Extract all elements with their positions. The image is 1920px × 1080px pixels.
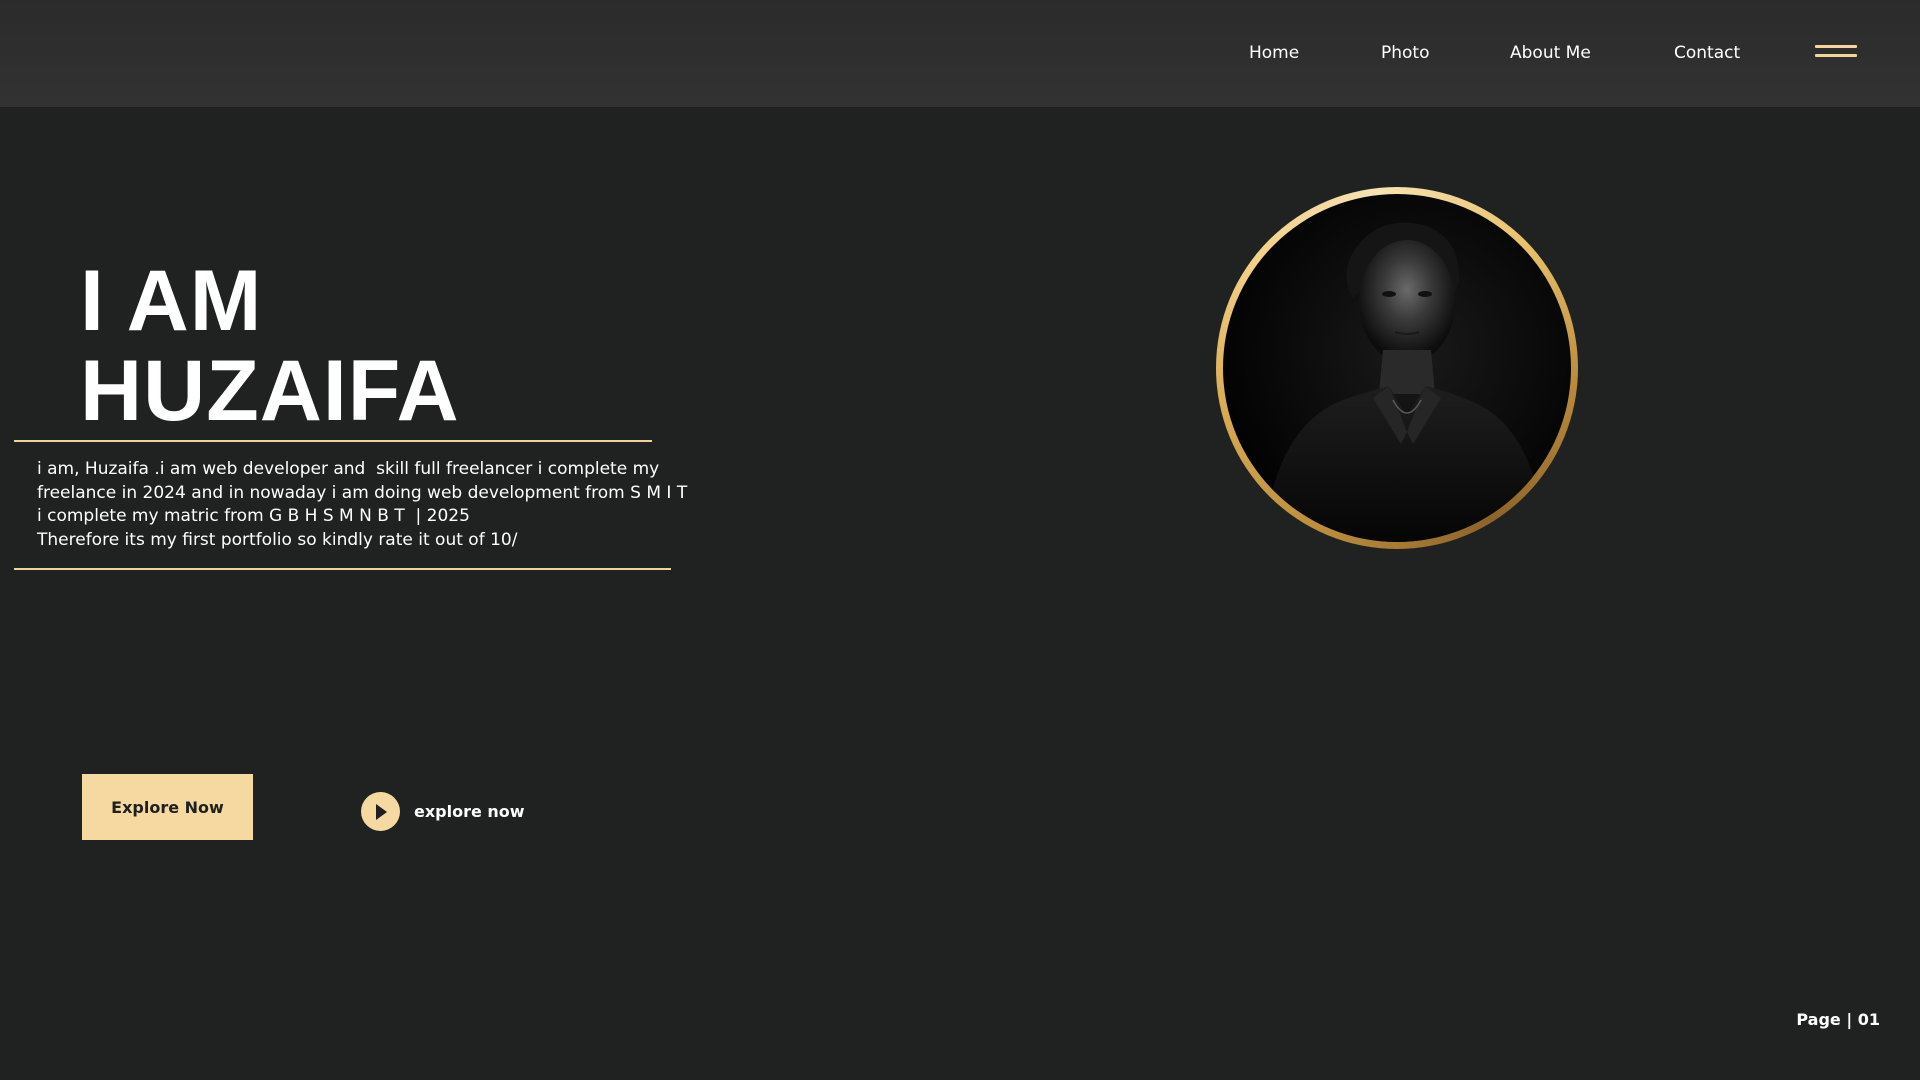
portfolio-page: Home Photo About Me Contact I AM HUZAIFA… [0, 0, 1920, 1080]
nav-contact-link[interactable]: Contact [1674, 43, 1740, 63]
explore-now-link-label[interactable]: explore now [414, 802, 525, 821]
page-number: Page | 01 [1796, 1010, 1880, 1029]
hero-title-line-1: I AM [80, 253, 263, 349]
profile-photo-frame [1216, 187, 1578, 549]
explore-now-play-link[interactable]: explore now [361, 792, 525, 831]
nav-home-link[interactable]: Home [1249, 43, 1299, 63]
divider-bottom [14, 568, 671, 570]
nav-photo-link[interactable]: Photo [1381, 43, 1430, 63]
top-navbar: Home Photo About Me Contact [0, 0, 1920, 107]
portrait-silhouette [1263, 222, 1547, 542]
hamburger-line-bottom [1815, 54, 1857, 57]
bio-line: freelance in 2024 and in nowaday i am do… [37, 482, 688, 503]
bio-line: Therefore its my first portfolio so kind… [37, 529, 518, 550]
bio-line: i am, Huzaifa .i am web developer and sk… [37, 459, 660, 479]
hero-title: I AM HUZAIFA [80, 256, 460, 436]
hamburger-icon[interactable] [1815, 45, 1857, 61]
profile-photo [1223, 194, 1571, 542]
bio-line: i complete my matric from G B H S M N B … [37, 506, 470, 526]
hamburger-line-top [1815, 45, 1857, 48]
nav-about-me-link[interactable]: About Me [1510, 43, 1591, 63]
play-icon[interactable] [361, 792, 400, 831]
bio-text: i am, Huzaifa .i am web developer and sk… [37, 458, 688, 552]
explore-now-button[interactable]: Explore Now [82, 774, 253, 840]
hero-title-line-2: HUZAIFA [80, 343, 460, 439]
divider-top [14, 440, 652, 442]
